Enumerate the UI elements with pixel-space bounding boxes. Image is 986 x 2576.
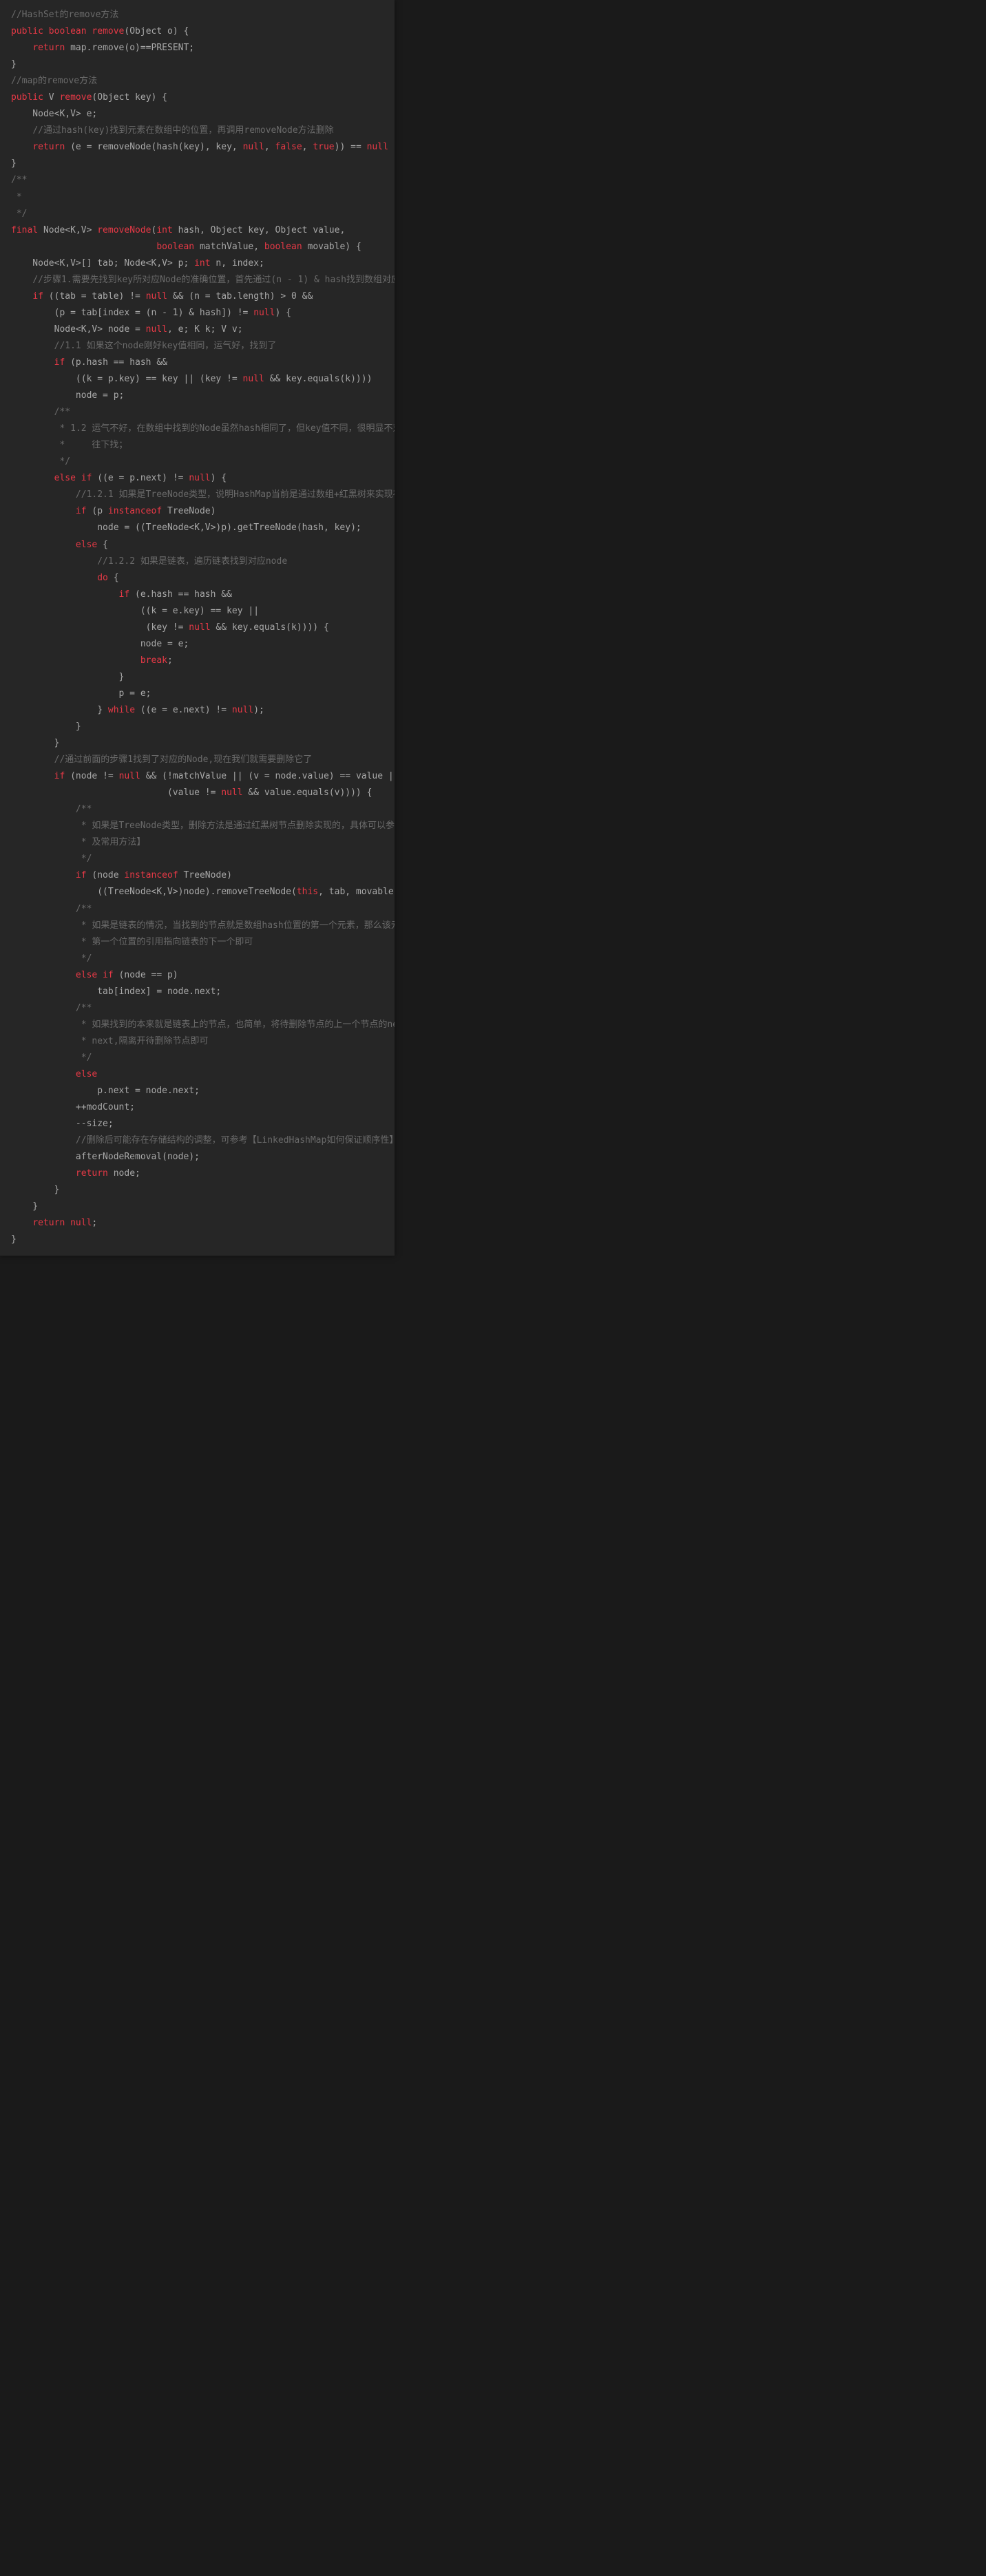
code-line: node = ((TreeNode<K,V>)p).getTreeNode(ha… bbox=[11, 520, 384, 536]
code-line: * next,隔离开待删除节点即可 bbox=[11, 1033, 384, 1050]
code-line: if (node != null && (!matchValue || (v =… bbox=[11, 768, 384, 785]
code-line: * 如果是TreeNode类型，删除方法是通过红黑树节点删除实现的，具体可以参考… bbox=[11, 818, 384, 834]
code-line: //通过前面的步骤1找到了对应的Node,现在我们就需要删除它了 bbox=[11, 752, 384, 768]
code-line: } bbox=[11, 1182, 384, 1199]
code-line: } bbox=[11, 669, 384, 686]
code-line: */ bbox=[11, 206, 384, 222]
code-line: ((TreeNode<K,V>)node).removeTreeNode(thi… bbox=[11, 884, 384, 900]
code-line: } bbox=[11, 735, 384, 752]
code-line: if (p.hash == hash && bbox=[11, 355, 384, 371]
code-line: node = e; bbox=[11, 636, 384, 653]
code-line: else if (node == p) bbox=[11, 967, 384, 984]
code-line: (p = tab[index = (n - 1) & hash]) != nul… bbox=[11, 305, 384, 321]
code-line: public boolean remove(Object o) { bbox=[11, 23, 384, 40]
code-line: } while ((e = e.next) != null); bbox=[11, 702, 384, 719]
code-line: else if ((e = p.next) != null) { bbox=[11, 470, 384, 487]
code-content: //HashSet的remove方法public boolean remove(… bbox=[0, 7, 395, 1249]
code-line: (value != null && value.equals(v)))) { bbox=[11, 785, 384, 801]
code-line: */ bbox=[11, 851, 384, 867]
code-line: return node; bbox=[11, 1165, 384, 1182]
code-line: } bbox=[11, 56, 384, 73]
code-line: /** bbox=[11, 172, 384, 189]
code-line: * 往下找； bbox=[11, 437, 384, 454]
code-line: /** bbox=[11, 901, 384, 918]
code-line: * 第一个位置的引用指向链表的下一个即可 bbox=[11, 934, 384, 951]
code-line: */ bbox=[11, 454, 384, 470]
code-line: //步骤1.需要先找到key所对应Node的准确位置，首先通过(n - 1) &… bbox=[11, 272, 384, 288]
code-line: Node<K,V> node = null, e; K k; V v; bbox=[11, 321, 384, 338]
code-line: else { bbox=[11, 537, 384, 553]
code-line: if (node instanceof TreeNode) bbox=[11, 867, 384, 884]
code-line: break; bbox=[11, 653, 384, 669]
code-line: //1.2.1 如果是TreeNode类型，说明HashMap当前是通过数组+红… bbox=[11, 487, 384, 503]
code-line: return null; bbox=[11, 1215, 384, 1232]
code-line: * 及常用方法】 bbox=[11, 834, 384, 851]
code-line: p = e; bbox=[11, 686, 384, 702]
code-line: (key != null && key.equals(k)))) { bbox=[11, 620, 384, 636]
code-line: * bbox=[11, 189, 384, 206]
code-line: if (p instanceof TreeNode) bbox=[11, 503, 384, 520]
code-line: } bbox=[11, 156, 384, 172]
code-line: //1.1 如果这个node刚好key值相同，运气好，找到了 bbox=[11, 338, 384, 355]
code-line: Node<K,V> e; bbox=[11, 106, 384, 123]
code-line: if ((tab = table) != null && (n = tab.le… bbox=[11, 288, 384, 305]
code-line: --size; bbox=[11, 1116, 384, 1132]
code-line: ((k = p.key) == key || (key != null && k… bbox=[11, 371, 384, 388]
code-line: * 1.2 运气不好，在数组中找到的Node虽然hash相同了，但key值不同，… bbox=[11, 421, 384, 437]
code-line: /** bbox=[11, 1000, 384, 1017]
code-line: * 如果找到的本来就是链表上的节点，也简单，将待删除节点的上一个节点的next指… bbox=[11, 1017, 384, 1033]
code-line: //map的remove方法 bbox=[11, 73, 384, 89]
code-block: //HashSet的remove方法public boolean remove(… bbox=[0, 0, 395, 1256]
code-line: ++modCount; bbox=[11, 1099, 384, 1116]
code-line: tab[index] = node.next; bbox=[11, 984, 384, 1000]
code-line: boolean matchValue, boolean movable) { bbox=[11, 239, 384, 255]
code-line: */ bbox=[11, 951, 384, 967]
code-line: //通过hash(key)找到元素在数组中的位置，再调用removeNode方法… bbox=[11, 123, 384, 139]
code-line: afterNodeRemoval(node); bbox=[11, 1149, 384, 1165]
code-line: } bbox=[11, 1232, 384, 1248]
code-line: } bbox=[11, 719, 384, 735]
code-line: else bbox=[11, 1066, 384, 1083]
code-line: /** bbox=[11, 801, 384, 818]
code-line: do { bbox=[11, 570, 384, 587]
code-line: } bbox=[11, 1199, 384, 1215]
code-line: return map.remove(o)==PRESENT; bbox=[11, 40, 384, 56]
code-line: ((k = e.key) == key || bbox=[11, 603, 384, 620]
code-line: */ bbox=[11, 1050, 384, 1066]
code-line: /** bbox=[11, 404, 384, 421]
code-line: public V remove(Object key) { bbox=[11, 89, 384, 106]
code-line: p.next = node.next; bbox=[11, 1083, 384, 1099]
code-line: return (e = removeNode(hash(key), key, n… bbox=[11, 139, 384, 156]
code-line: Node<K,V>[] tab; Node<K,V> p; int n, ind… bbox=[11, 255, 384, 272]
code-line: * 如果是链表的情况，当找到的节点就是数组hash位置的第一个元素，那么该元素删… bbox=[11, 918, 384, 934]
code-line: if (e.hash == hash && bbox=[11, 587, 384, 603]
code-line: node = p; bbox=[11, 388, 384, 404]
code-line: //删除后可能存在存储结构的调整，可参考【LinkedHashMap如何保证顺序… bbox=[11, 1132, 384, 1149]
code-line: //HashSet的remove方法 bbox=[11, 7, 384, 23]
code-line: //1.2.2 如果是链表，遍历链表找到对应node bbox=[11, 553, 384, 570]
code-line: final Node<K,V> removeNode(int hash, Obj… bbox=[11, 222, 384, 239]
